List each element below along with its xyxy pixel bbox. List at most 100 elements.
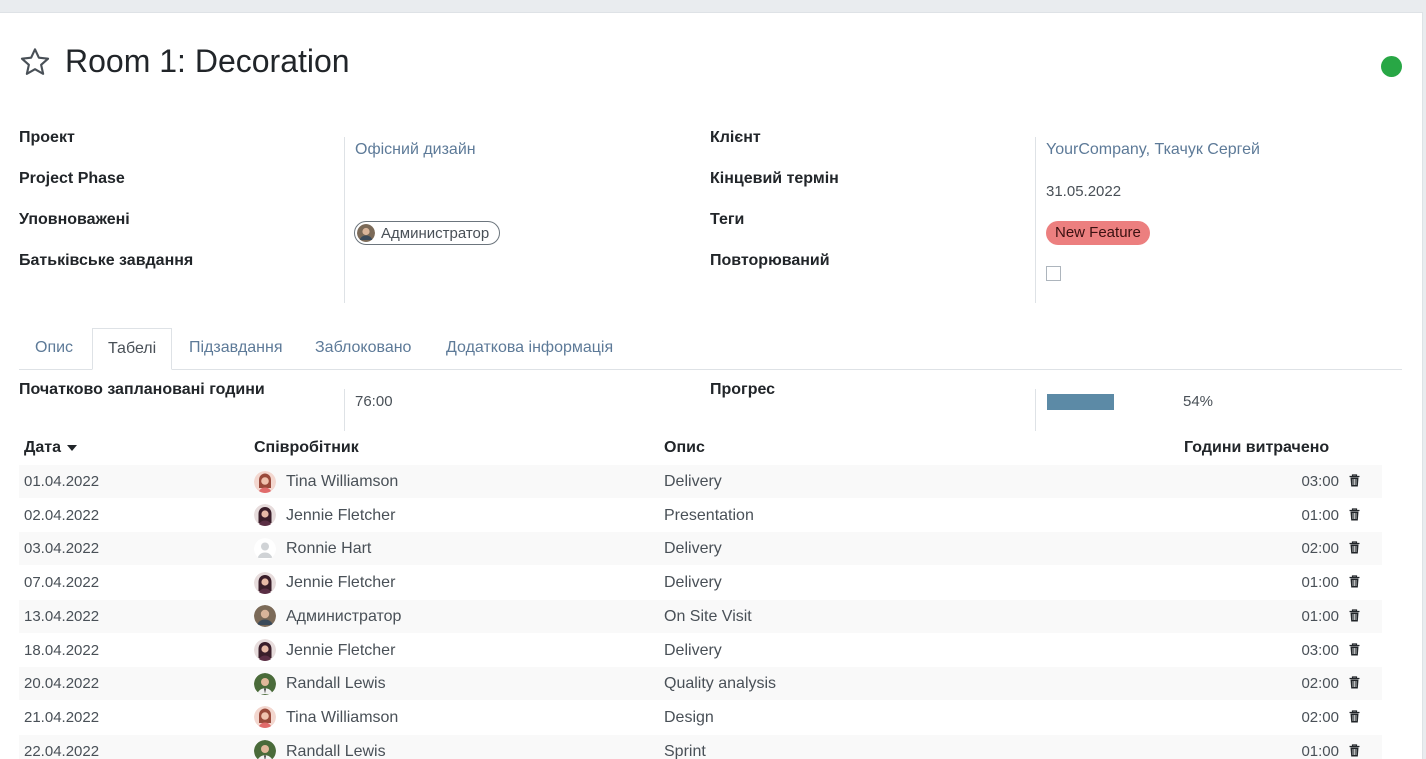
table-row[interactable]: 18.04.2022 Jennie Fletcher Delivery 03:00 xyxy=(19,634,1382,667)
row-description: Delivery xyxy=(664,641,722,659)
row-date: 07.04.2022 xyxy=(24,574,100,592)
row-description: Sprint xyxy=(664,742,706,759)
table-row[interactable]: 22.04.2022 Randall Lewis Sprint 01:00 xyxy=(19,734,1382,759)
row-hours: 02:00 xyxy=(1301,540,1339,558)
notebook-tabs: Опис Табелі Підзавдання Заблоковано Дода… xyxy=(19,328,1402,370)
field-label-recurrent: Повторюваний xyxy=(710,252,830,269)
row-date: 18.04.2022 xyxy=(24,641,100,659)
table-row[interactable]: 01.04.2022 Tina Williamson Delivery 03:00 xyxy=(19,465,1382,498)
trash-icon[interactable] xyxy=(1349,575,1360,588)
row-employee: Администратор xyxy=(254,600,401,633)
row-employee: Jennie Fletcher xyxy=(254,499,395,532)
form-sheet: Room 1: Decoration Проект Project Phase … xyxy=(0,12,1423,759)
caret-down-icon xyxy=(67,445,78,451)
employee-avatar xyxy=(254,605,276,628)
row-description: Presentation xyxy=(664,506,754,524)
trash-icon[interactable] xyxy=(1349,642,1360,656)
field-divider xyxy=(1035,137,1036,303)
row-hours: 02:00 xyxy=(1301,675,1339,693)
table-row[interactable]: 21.04.2022 Tina Williamson Design 02:00 xyxy=(19,701,1382,734)
employee-avatar xyxy=(254,639,276,661)
star-outline-icon[interactable] xyxy=(19,46,51,78)
row-employee: Tina Williamson xyxy=(254,465,398,498)
tab-extra-info[interactable]: Додаткова інформація xyxy=(446,328,613,368)
progress-bar xyxy=(1047,394,1114,410)
status-indicator[interactable] xyxy=(1381,56,1402,77)
table-row[interactable]: 13.04.2022 Администратор On Site Visit 01:0… xyxy=(19,599,1382,633)
tab-description[interactable]: Опис xyxy=(35,328,73,368)
row-employee: Tina Williamson xyxy=(254,701,398,734)
column-header-hours[interactable]: Години витрачено xyxy=(1184,439,1329,457)
row-employee-name: Jennie Fletcher xyxy=(286,641,396,659)
employee-avatar xyxy=(254,504,276,527)
row-date: 02.04.2022 xyxy=(24,506,100,524)
field-label-deadline: Кінцевий термін xyxy=(710,170,839,187)
planned-hours-label: Початково заплановані години xyxy=(19,381,265,398)
column-header-date-label: Дата xyxy=(24,439,62,456)
row-hours: 03:00 xyxy=(1301,641,1339,659)
row-employee: Jennie Fletcher xyxy=(254,634,395,667)
row-date: 22.04.2022 xyxy=(24,742,100,759)
row-description: Delivery xyxy=(664,540,722,558)
deadline-value[interactable]: 31.05.2022 xyxy=(1046,183,1121,200)
tag-badge[interactable]: New Feature xyxy=(1046,221,1150,245)
tab-timesheets[interactable]: Табелі xyxy=(92,328,173,370)
row-employee-name: Tina Williamson xyxy=(286,473,399,490)
row-hours: 01:00 xyxy=(1301,574,1339,592)
planned-hours-value[interactable]: 76:00 xyxy=(355,393,393,410)
field-label-project: Проект xyxy=(19,129,75,146)
employee-avatar xyxy=(254,672,276,695)
row-date: 03.04.2022 xyxy=(24,540,100,558)
customer-link[interactable]: YourCompany, Ткачук Сергей xyxy=(1046,141,1260,159)
table-row[interactable]: 03.04.2022 Ronnie Hart Delivery 02:00 xyxy=(19,532,1382,566)
column-header-description[interactable]: Опис xyxy=(664,439,705,457)
row-employee-name: Ronnie Hart xyxy=(286,540,372,558)
row-hours: 01:00 xyxy=(1301,607,1339,625)
row-employee-name: Администратор xyxy=(286,607,402,625)
row-employee: Jennie Fletcher xyxy=(254,566,395,599)
row-date: 21.04.2022 xyxy=(24,708,100,726)
row-hours: 02:00 xyxy=(1301,708,1339,726)
row-date: 13.04.2022 xyxy=(24,607,100,625)
trash-icon[interactable] xyxy=(1349,710,1360,723)
row-description: Design xyxy=(664,708,714,726)
project-link[interactable]: Офісний дизайн xyxy=(355,141,476,159)
recurrent-checkbox[interactable] xyxy=(1046,266,1061,281)
tab-subtasks[interactable]: Підзавдання xyxy=(189,328,283,368)
trash-icon[interactable] xyxy=(1349,474,1360,487)
row-employee-name: Jennie Fletcher xyxy=(286,574,396,592)
admin-avatar xyxy=(357,224,375,242)
field-label-project-phase: Project Phase xyxy=(19,170,125,187)
field-label-parent-task: Батьківське завдання xyxy=(19,252,194,269)
trash-icon[interactable] xyxy=(1349,676,1360,689)
progress-percent: 54% xyxy=(1183,393,1214,410)
table-row[interactable]: 07.04.2022 Jennie Fletcher Delivery 01:00 xyxy=(19,566,1382,599)
record-title[interactable]: Room 1: Decoration xyxy=(65,43,350,80)
parent-task-field[interactable] xyxy=(355,264,655,284)
row-hours: 01:00 xyxy=(1301,506,1339,524)
employee-avatar xyxy=(254,740,276,759)
tab-blocked[interactable]: Заблоковано xyxy=(315,328,411,368)
row-hours: 03:00 xyxy=(1301,473,1339,490)
table-row[interactable]: 02.04.2022 Jennie Fletcher Presentation 01:… xyxy=(19,499,1382,532)
row-hours: 01:00 xyxy=(1301,742,1339,759)
trash-icon[interactable] xyxy=(1349,541,1360,554)
row-employee-name: Randall Lewis xyxy=(286,675,386,693)
column-header-employee[interactable]: Співробітник xyxy=(254,439,359,457)
field-label-customer: Клієнт xyxy=(710,129,761,146)
trash-icon[interactable] xyxy=(1349,743,1360,757)
employee-avatar xyxy=(254,470,276,493)
trash-icon[interactable] xyxy=(1349,508,1360,521)
project-phase-field[interactable] xyxy=(355,182,655,202)
assignee-name: Администратор xyxy=(381,224,490,242)
field-divider xyxy=(344,137,345,303)
column-header-date[interactable]: Дата xyxy=(24,439,78,457)
field-divider xyxy=(344,389,345,431)
trash-icon[interactable] xyxy=(1349,609,1360,622)
employee-avatar xyxy=(254,571,276,594)
table-row[interactable]: 20.04.2022 Randall Lewis Quality analysis 0… xyxy=(19,667,1382,701)
row-description: On Site Visit xyxy=(664,607,752,625)
assignee-badge[interactable]: Администратор xyxy=(354,221,501,245)
row-employee: Randall Lewis xyxy=(254,735,386,759)
progress-label: Прогрес xyxy=(710,381,776,398)
